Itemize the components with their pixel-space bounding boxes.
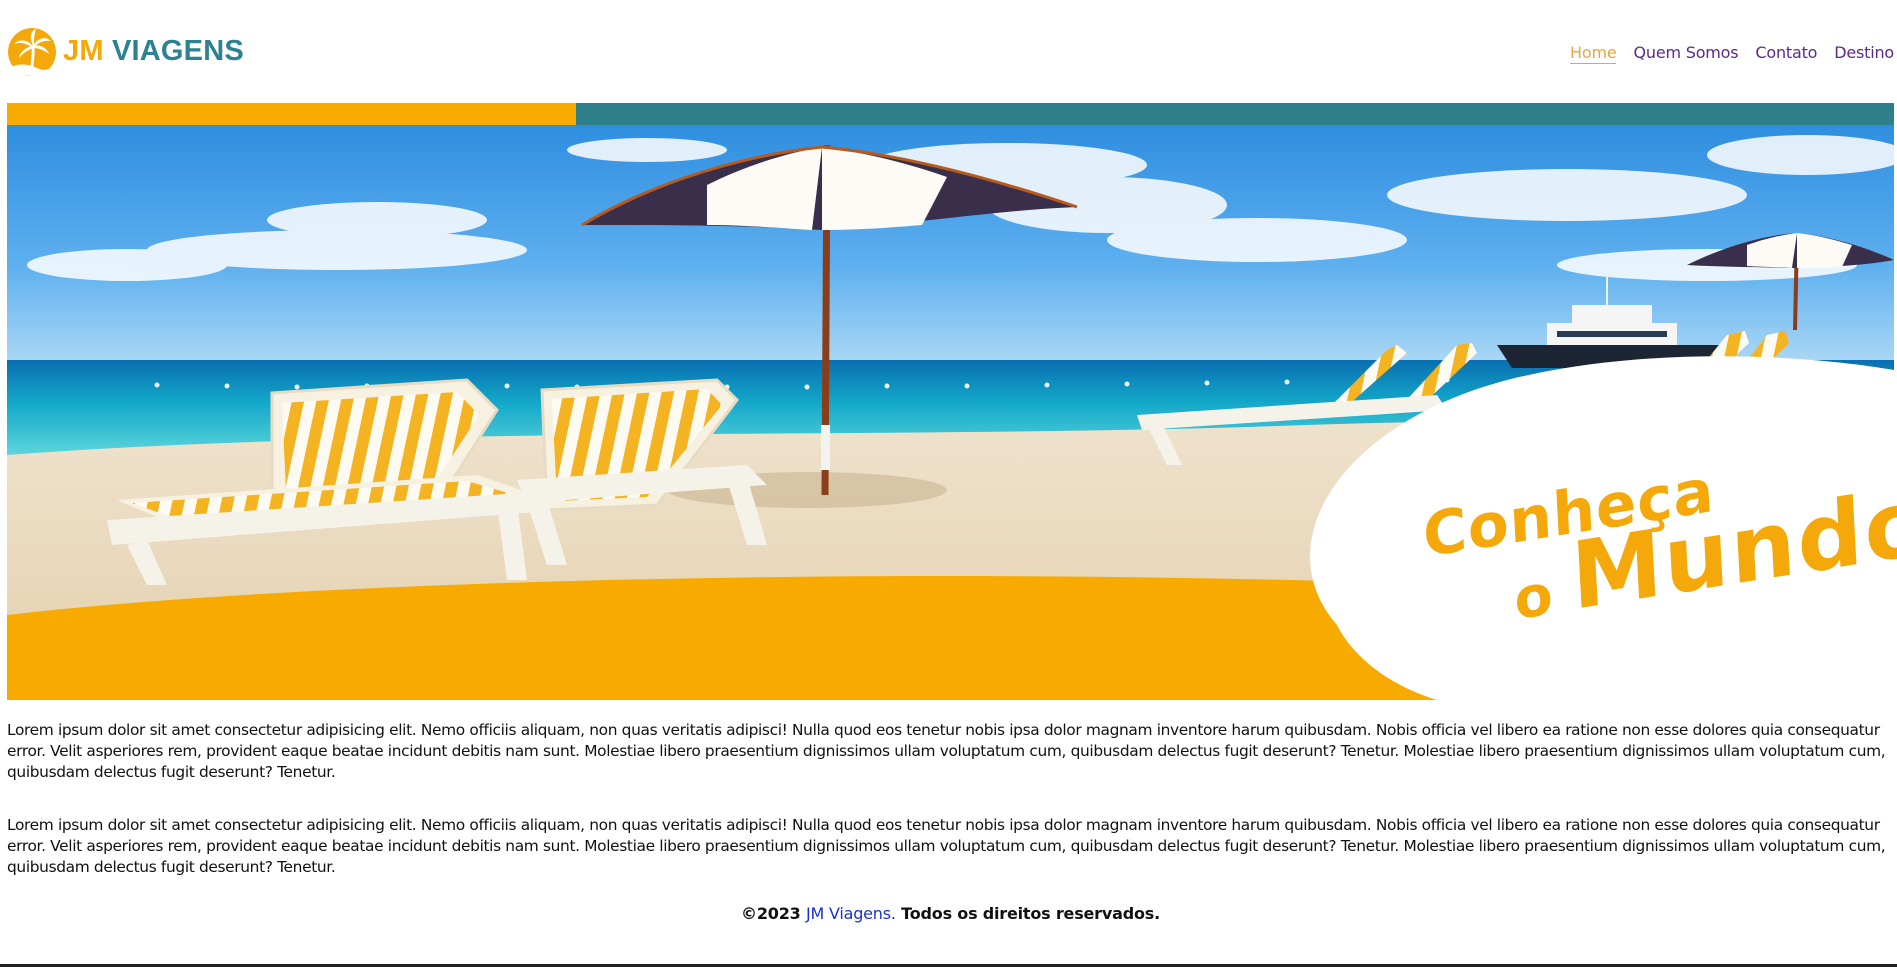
- site-header: JM VIAGENS Home Quem Somos Contato Desti…: [7, 0, 1894, 103]
- hero-accent-stripe: [7, 103, 1894, 125]
- nav-link-destino[interactable]: Destino: [1834, 43, 1894, 64]
- content-paragraph-1: Lorem ipsum dolor sit amet consectetur a…: [7, 721, 1886, 781]
- nav-link-contato[interactable]: Contato: [1755, 43, 1817, 64]
- palm-tree-logo-icon: [8, 27, 56, 76]
- footer-copyright: ©2023: [741, 904, 801, 923]
- hero-banner-image: [7, 125, 1894, 700]
- nav-link-home[interactable]: Home: [1570, 43, 1617, 64]
- stripe-orange-segment: [7, 103, 576, 125]
- footer-rights: Todos os direitos reservados.: [901, 904, 1160, 923]
- main-content: Lorem ipsum dolor sit amet consectetur a…: [7, 700, 1894, 878]
- site-footer: ©2023 JM Viagens. Todos os direitos rese…: [7, 904, 1894, 923]
- logo[interactable]: JM VIAGENS: [7, 27, 244, 77]
- stripe-teal-segment: [576, 103, 1894, 125]
- brand-name-part2: VIAGENS: [111, 35, 244, 67]
- content-paragraph-2: Lorem ipsum dolor sit amet consectetur a…: [7, 816, 1886, 876]
- nav-link-quem-somos[interactable]: Quem Somos: [1633, 43, 1738, 64]
- main-nav: Home Quem Somos Contato Destino: [1570, 40, 1894, 64]
- page: JM VIAGENS Home Quem Somos Contato Desti…: [0, 0, 1897, 967]
- brand-name-part1: JM: [63, 35, 104, 67]
- footer-brand-link[interactable]: JM Viagens.: [806, 904, 896, 923]
- brand-name: JM VIAGENS: [63, 35, 244, 68]
